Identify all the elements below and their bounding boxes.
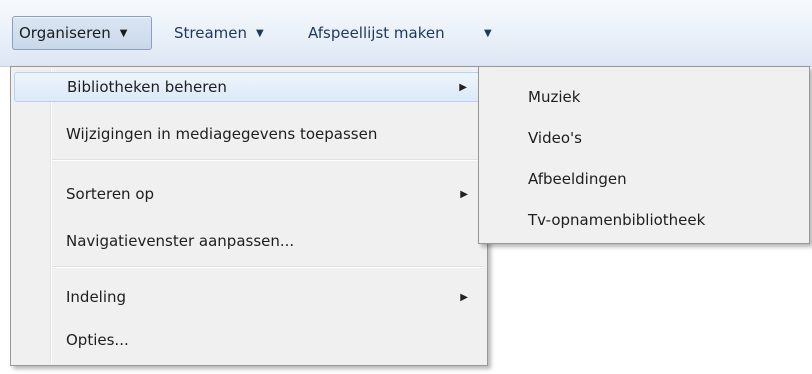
menu-item-label: Sorteren op bbox=[66, 185, 155, 203]
submenu-arrow-icon: ▶ bbox=[460, 291, 468, 303]
create-playlist-label: Afspeellijst maken bbox=[308, 24, 445, 42]
menu-separator bbox=[52, 266, 484, 268]
menu-item-label: Wijzigingen in mediagegevens toepassen bbox=[66, 125, 378, 143]
menu-item-options[interactable]: Opties... bbox=[14, 325, 484, 355]
stream-button[interactable]: Streamen ▼ bbox=[168, 16, 270, 50]
chevron-down-icon: ▼ bbox=[484, 27, 492, 39]
menu-item-label: Bibliotheken beheren bbox=[67, 78, 227, 96]
organise-button[interactable]: Organiseren ▼ bbox=[12, 16, 152, 50]
stream-label: Streamen bbox=[174, 24, 248, 42]
menu-separator bbox=[52, 159, 484, 161]
submenu-arrow-icon: ▶ bbox=[459, 81, 467, 93]
submenu-item-music[interactable]: Muziek bbox=[482, 82, 806, 112]
submenu-item-pictures[interactable]: Afbeeldingen bbox=[482, 164, 806, 194]
submenu-item-recorded-tv[interactable]: Tv-opnamenbibliotheek bbox=[482, 205, 806, 235]
menu-item-customize-navigation-pane[interactable]: Navigatievenster aanpassen... bbox=[14, 226, 484, 256]
create-playlist-dropdown-button[interactable]: ▼ bbox=[478, 16, 498, 50]
menu-item-sort-by[interactable]: Sorteren op ▶ bbox=[14, 179, 484, 209]
submenu-item-label: Afbeeldingen bbox=[528, 170, 627, 188]
create-playlist-button[interactable]: Afspeellijst maken bbox=[302, 16, 451, 50]
submenu-item-label: Video's bbox=[528, 129, 582, 147]
manage-libraries-submenu: Muziek Video's Afbeeldingen Tv-opnamenbi… bbox=[478, 66, 810, 244]
organise-label: Organiseren bbox=[19, 24, 111, 42]
organise-menu: Bibliotheken beheren ▶ Wijzigingen in me… bbox=[10, 66, 488, 366]
menu-item-apply-media-changes[interactable]: Wijzigingen in mediagegevens toepassen bbox=[14, 119, 484, 149]
menu-item-layout[interactable]: Indeling ▶ bbox=[14, 282, 484, 312]
menu-item-label: Indeling bbox=[66, 288, 127, 306]
submenu-item-label: Tv-opnamenbibliotheek bbox=[528, 211, 706, 229]
menu-item-label: Opties... bbox=[66, 331, 129, 349]
command-toolbar: Organiseren ▼ Streamen ▼ Afspeellijst ma… bbox=[0, 0, 812, 67]
chevron-down-icon: ▼ bbox=[256, 27, 264, 39]
chevron-down-icon: ▼ bbox=[119, 27, 128, 39]
submenu-arrow-icon: ▶ bbox=[460, 188, 468, 200]
submenu-item-label: Muziek bbox=[528, 88, 581, 106]
menu-item-label: Navigatievenster aanpassen... bbox=[66, 232, 295, 250]
menu-item-manage-libraries[interactable]: Bibliotheken beheren ▶ bbox=[14, 72, 484, 102]
submenu-item-videos[interactable]: Video's bbox=[482, 123, 806, 153]
